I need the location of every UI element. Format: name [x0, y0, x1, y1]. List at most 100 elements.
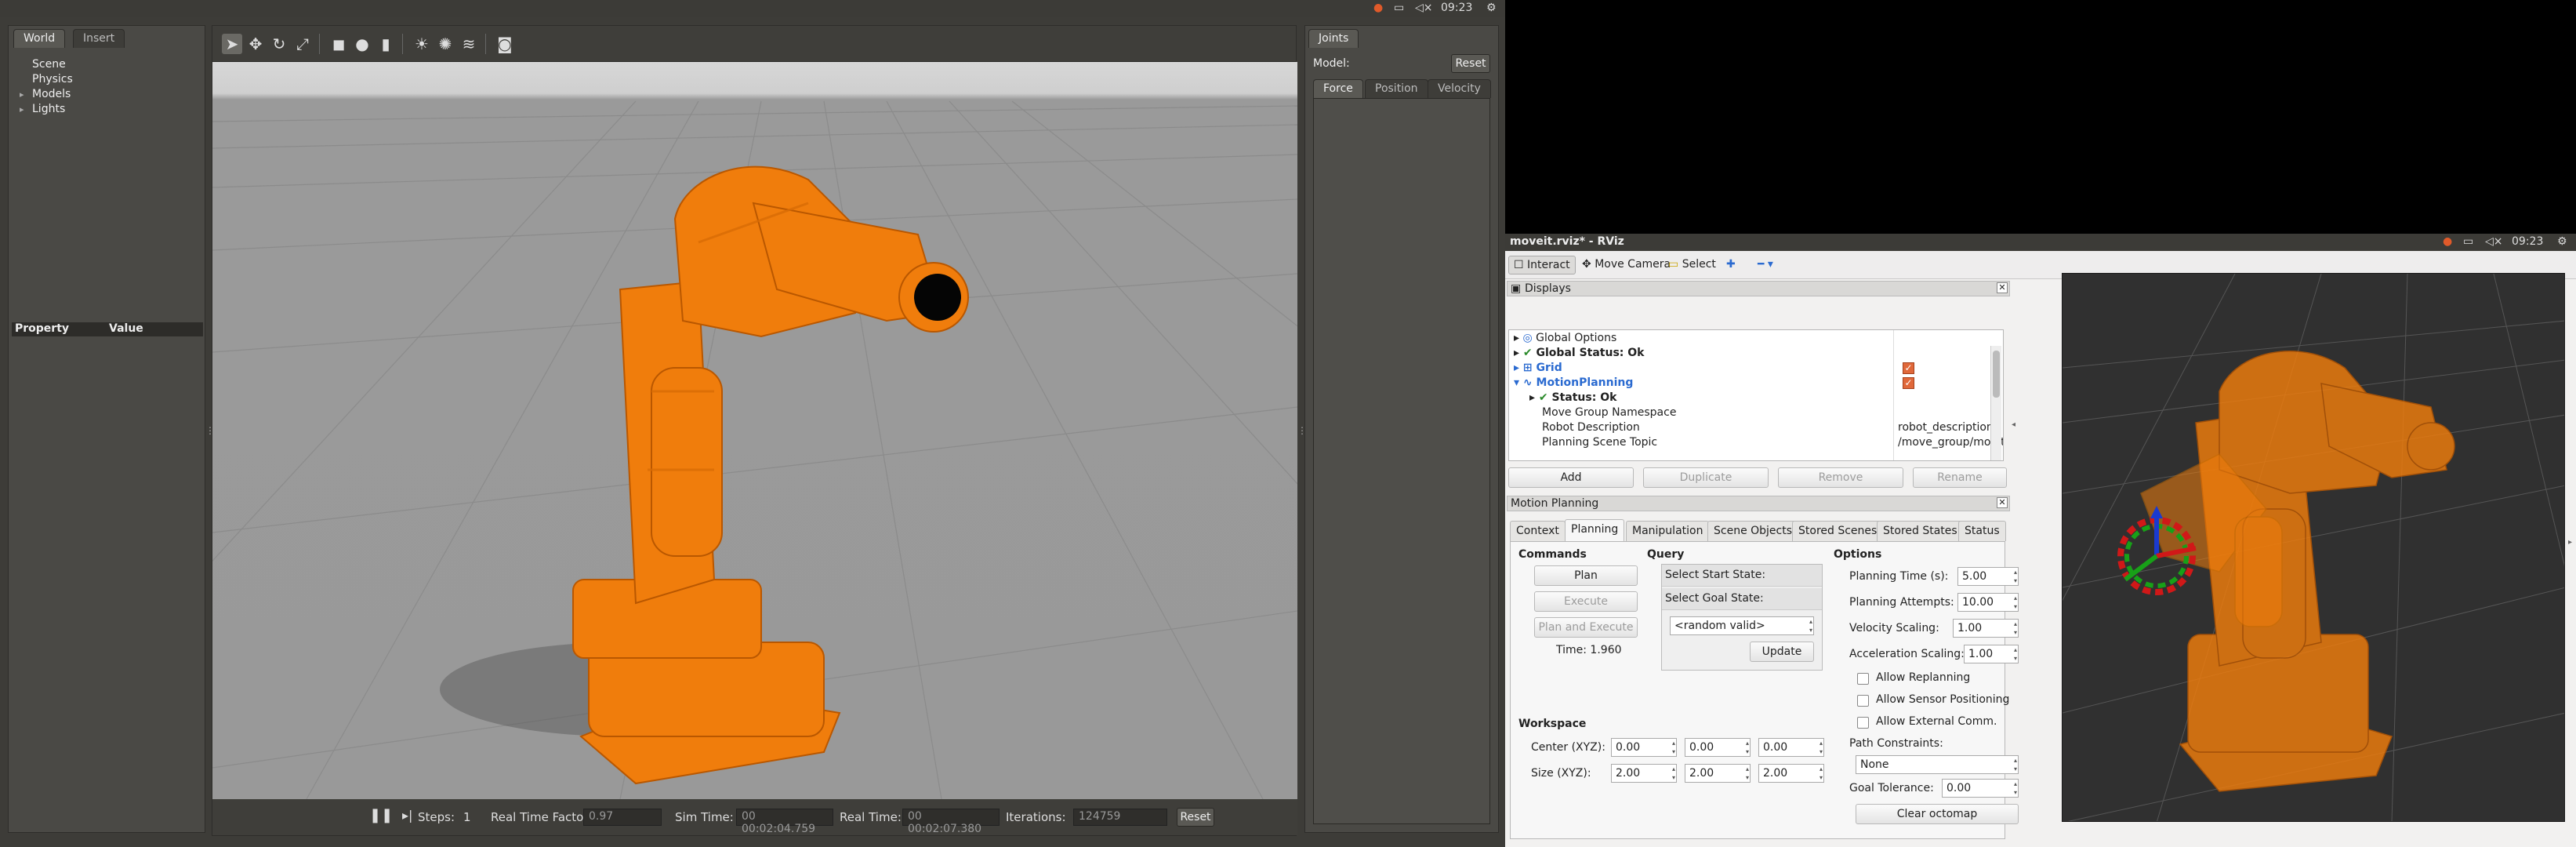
start-state-row[interactable]: Select Start State: [1662, 565, 1822, 587]
chevron-right-icon[interactable]: ▸ [20, 102, 24, 117]
tab-stored-states[interactable]: Stored States [1877, 521, 1964, 541]
tree-row-planning-scene-topic[interactable]: Planning Scene Topic [1542, 435, 1657, 450]
tab-world[interactable]: World [13, 29, 66, 48]
chevron-right-icon[interactable]: ▸ [1514, 362, 1523, 374]
robot-description-value[interactable]: robot_description [1898, 420, 1994, 435]
reset-time-button[interactable]: Reset [1177, 808, 1214, 827]
planning-scene-topic-value[interactable]: /move_group/monitor... [1898, 435, 2003, 450]
tree-row-robot-description[interactable]: Robot Description [1542, 420, 1640, 435]
close-icon[interactable]: ✕ [1997, 497, 2008, 508]
gear-icon[interactable]: ⚙ [2557, 235, 2567, 248]
tab-position[interactable]: Position [1365, 79, 1428, 98]
grid-enabled-checkbox[interactable]: ✓ [1903, 362, 1914, 374]
center-z-input[interactable]: 0.00 [1758, 738, 1824, 757]
close-icon[interactable]: ✕ [1997, 282, 2008, 293]
sphere-icon[interactable]: ● [352, 34, 372, 54]
chevron-right-icon[interactable]: ▸ [1529, 391, 1539, 404]
battery-icon[interactable]: ▭ [1394, 2, 1404, 14]
spot-light-icon[interactable]: ✺ [435, 34, 455, 54]
path-constraints-select[interactable]: None [1856, 755, 2019, 774]
tree-row-grid[interactable]: ▸ ⊞ Grid [1514, 361, 1562, 376]
tab-stored-scenes[interactable]: Stored Scenes [1792, 521, 1884, 541]
pause-icon[interactable]: ❚❚ [369, 807, 393, 823]
center-y-input[interactable]: 0.00 [1685, 738, 1751, 757]
allow-replanning-checkbox[interactable] [1857, 673, 1869, 685]
tree-row-status[interactable]: ▸ ✔ Status: Ok [1529, 391, 1616, 405]
chevron-right-icon[interactable]: ▸ [20, 87, 24, 102]
size-y-input[interactable]: 2.00 [1685, 764, 1751, 783]
execute-button[interactable]: Execute [1534, 591, 1638, 612]
size-x-input[interactable]: 2.00 [1611, 764, 1677, 783]
tab-force[interactable]: Force [1313, 79, 1363, 98]
splitter-handle[interactable]: ⋮ [1297, 425, 1307, 449]
select-arrow-icon[interactable]: ➤ [222, 34, 242, 54]
clock[interactable]: 09:23 [1441, 2, 1472, 14]
rotate-icon[interactable]: ↻ [269, 34, 289, 54]
tree-item-physics[interactable]: Physics [15, 72, 203, 87]
update-button[interactable]: Update [1750, 642, 1814, 662]
update-icon[interactable]: ● [1373, 2, 1383, 14]
select-tool[interactable]: ▭ Select [1664, 256, 1721, 274]
acceleration-scaling-input[interactable]: 1.00 [1964, 645, 2019, 663]
splitter-handle[interactable]: ⋮ [205, 425, 215, 449]
rename-display-button[interactable]: Rename [1913, 467, 2007, 488]
goal-tolerance-input[interactable]: 0.00 [1942, 779, 2019, 798]
box-icon[interactable]: ◼ [328, 34, 349, 54]
scale-icon[interactable]: ⤢ [292, 34, 313, 54]
add-tool-icon[interactable]: ✚ [1722, 256, 1740, 274]
directional-light-icon[interactable]: ≋ [459, 34, 479, 54]
plan-button[interactable]: Plan [1534, 565, 1638, 586]
size-z-input[interactable]: 2.00 [1758, 764, 1824, 783]
add-display-button[interactable]: Add [1508, 467, 1634, 488]
joints-reset-button[interactable]: Reset [1451, 54, 1490, 73]
clear-octomap-button[interactable]: Clear octomap [1856, 804, 2019, 824]
remove-tool-icon[interactable]: ━ ▾ [1753, 256, 1778, 274]
tab-planning[interactable]: Planning [1565, 519, 1625, 541]
step-icon[interactable]: ▸| [402, 808, 412, 823]
tab-status[interactable]: Status [1958, 521, 2006, 541]
gazebo-scene[interactable] [212, 62, 1297, 799]
remove-display-button[interactable]: Remove [1778, 467, 1903, 488]
clock[interactable]: 09:23 [2512, 235, 2543, 248]
tab-velocity[interactable]: Velocity [1428, 79, 1491, 98]
cylinder-icon[interactable]: ▮ [376, 34, 396, 54]
goal-state-row[interactable]: Select Goal State: [1662, 588, 1822, 610]
tree-row-motion-planning[interactable]: ▾ ∿ MotionPlanning [1514, 376, 1633, 391]
collapse-right-icon[interactable]: ▸ [2568, 538, 2576, 554]
tab-context[interactable]: Context [1510, 521, 1566, 541]
allow-external-comm-checkbox[interactable] [1857, 717, 1869, 729]
tab-manipulation[interactable]: Manipulation [1626, 521, 1710, 541]
screenshot-icon[interactable]: ◙ [495, 34, 515, 54]
tree-item-models[interactable]: ▸ Models [15, 87, 203, 102]
planning-attempts-input[interactable]: 10.00 [1957, 593, 2019, 612]
allow-sensor-positioning-checkbox[interactable] [1857, 695, 1869, 707]
scrollbar-thumb[interactable] [1993, 351, 2000, 398]
scrollbar[interactable] [1990, 346, 2001, 460]
velocity-scaling-input[interactable]: 1.00 [1953, 619, 2019, 638]
move-camera-tool[interactable]: ✥ Move Camera [1577, 256, 1675, 274]
tree-row-move-group-namespace[interactable]: Move Group Namespace [1542, 405, 1676, 420]
chevron-right-icon[interactable]: ▸ [1514, 347, 1523, 359]
tree-item-scene[interactable]: Scene [15, 57, 203, 72]
collapse-left-icon[interactable]: ◂ [2012, 420, 2019, 436]
center-x-input[interactable]: 0.00 [1611, 738, 1677, 757]
plan-and-execute-button[interactable]: Plan and Execute [1534, 617, 1638, 638]
goal-state-select[interactable]: <random valid> [1670, 616, 1814, 635]
tab-scene-objects[interactable]: Scene Objects [1707, 521, 1799, 541]
battery-icon[interactable]: ▭ [2463, 235, 2473, 248]
tree-row-global-options[interactable]: ▸ ◎ Global Options [1514, 331, 1616, 346]
tab-joints[interactable]: Joints [1308, 29, 1359, 48]
tree-item-lights[interactable]: ▸ Lights [15, 102, 203, 117]
volume-icon[interactable]: ◁× [2485, 235, 2503, 248]
planning-time-input[interactable]: 5.00 [1957, 567, 2019, 586]
tree-row-global-status[interactable]: ▸ ✔ Global Status: Ok [1514, 346, 1644, 361]
volume-icon[interactable]: ◁× [1415, 2, 1433, 14]
rviz-3d-view[interactable] [2062, 273, 2565, 822]
chevron-down-icon[interactable]: ▾ [1514, 376, 1523, 389]
update-icon[interactable]: ● [2443, 235, 2452, 248]
gear-icon[interactable]: ⚙ [1486, 2, 1497, 14]
steps-input[interactable]: 1 [463, 810, 471, 824]
translate-icon[interactable]: ✥ [245, 34, 266, 54]
tab-insert[interactable]: Insert [73, 29, 125, 48]
interact-tool[interactable]: ☐ Interact [1508, 256, 1576, 274]
